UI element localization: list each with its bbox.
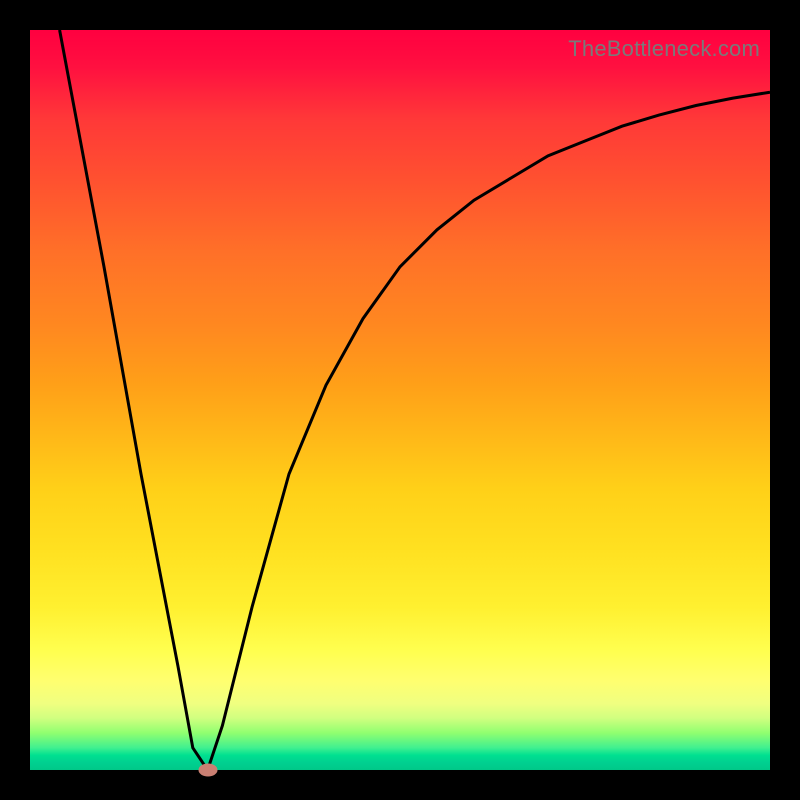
curve-svg: [30, 30, 770, 770]
plot-area: TheBottleneck.com: [30, 30, 770, 770]
optimum-marker: [198, 764, 217, 777]
curve-path: [60, 30, 770, 770]
chart-container: TheBottleneck.com: [0, 0, 800, 800]
